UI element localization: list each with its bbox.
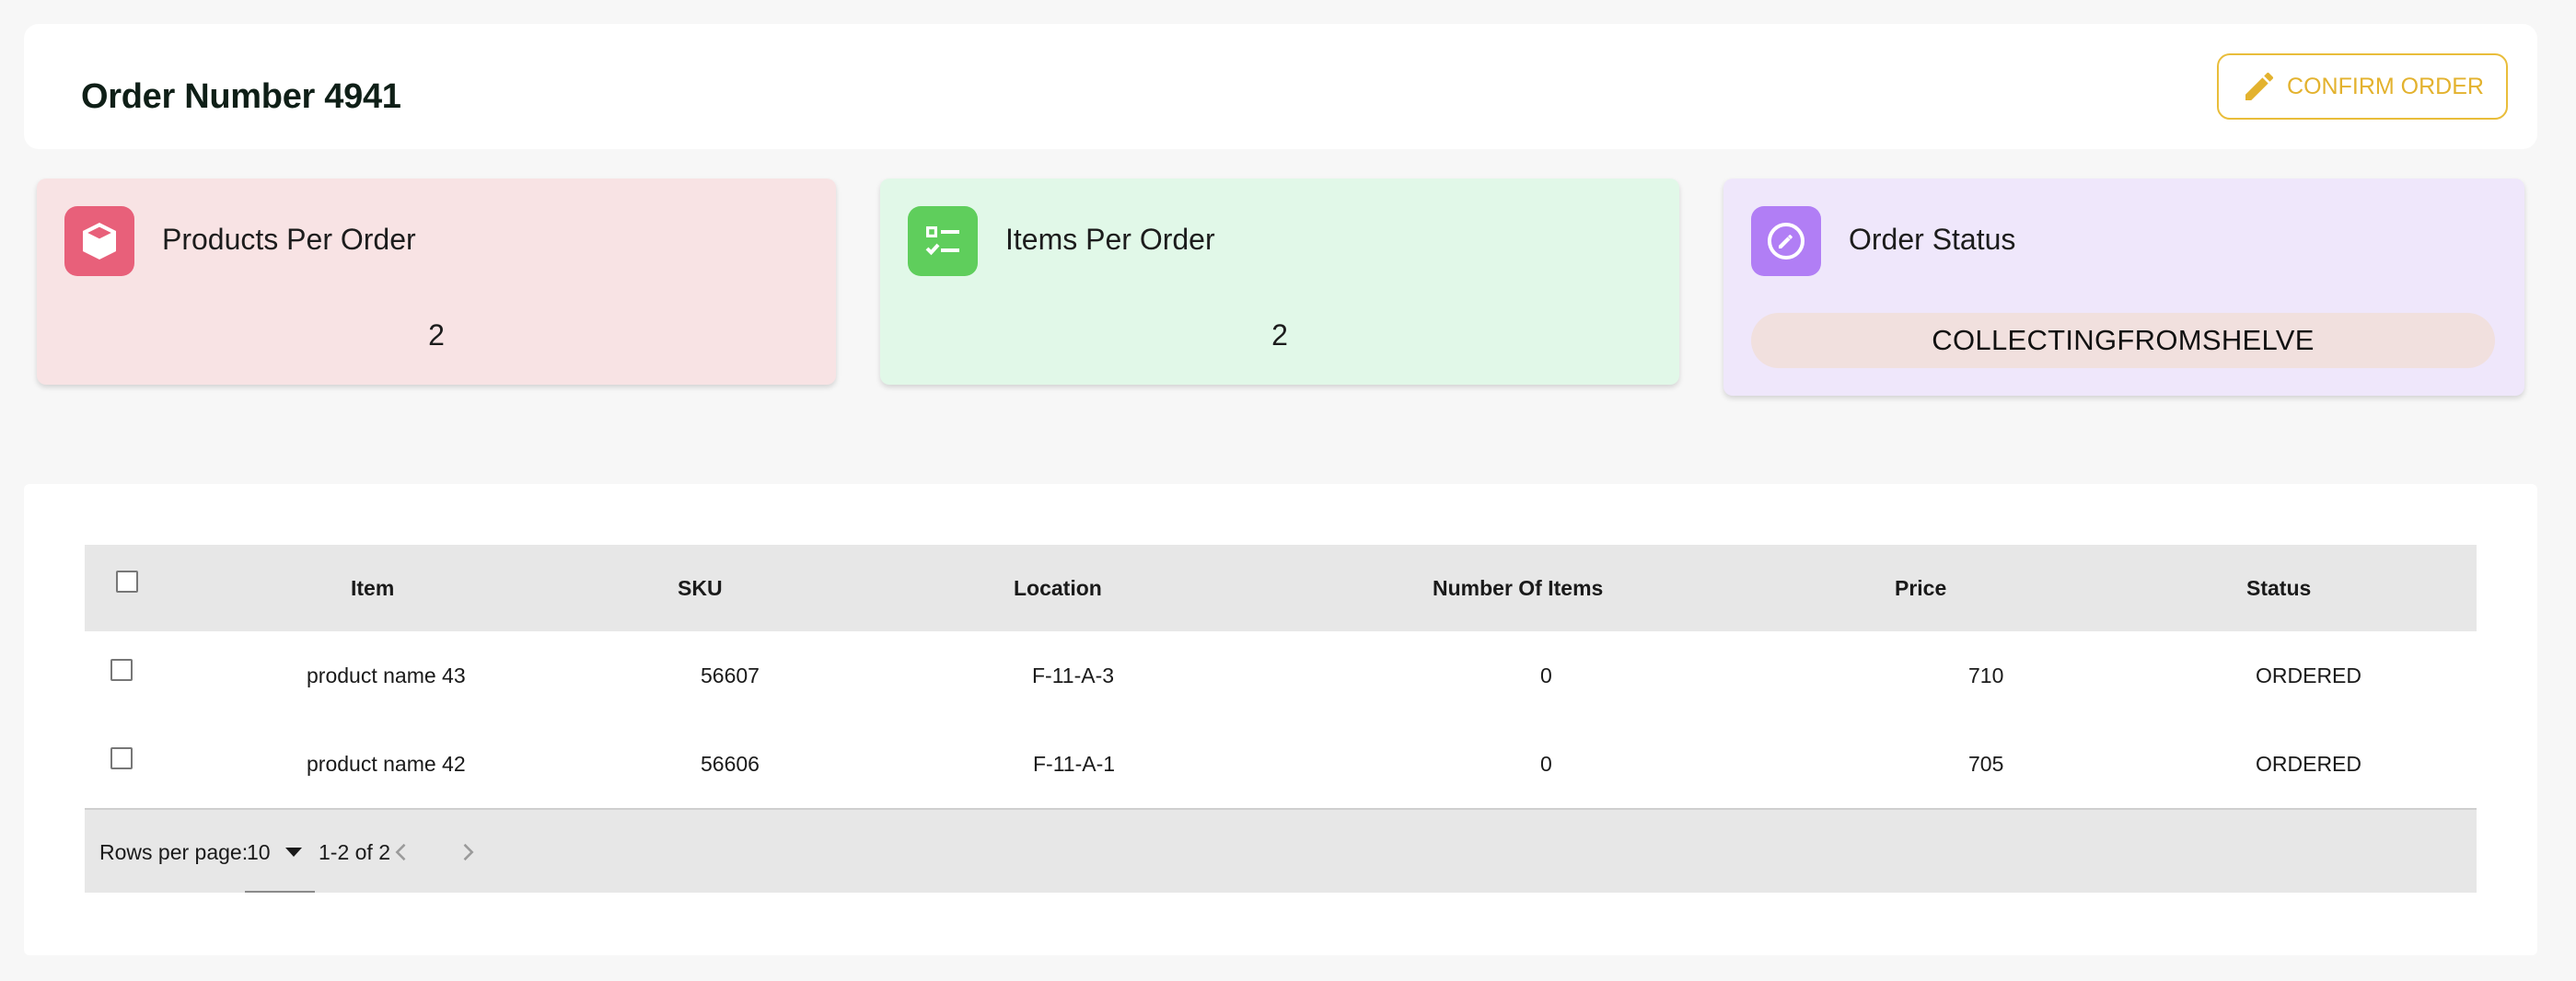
status-cell: ORDERED: [2256, 664, 2362, 687]
confirm-order-button[interactable]: CONFIRM ORDER: [2217, 53, 2508, 120]
item-cell: product name 43: [307, 664, 466, 687]
price-cell: 705: [1968, 752, 2004, 776]
pagination-range: 1-2 of 2: [319, 840, 390, 864]
products-per-order-label: Products Per Order: [162, 223, 416, 256]
next-page-button[interactable]: [449, 834, 486, 871]
rows-per-page-value: 10: [247, 840, 271, 864]
sku-cell: 56607: [701, 664, 760, 687]
confirm-order-label: CONFIRM ORDER: [2287, 73, 2484, 99]
table-row[interactable]: product name 42 56606 F-11-A-1 0 705 ORD…: [85, 720, 2477, 808]
page-title: Order Number 4941: [81, 77, 401, 116]
location-cell: F-11-A-3: [1032, 664, 1115, 687]
price-cell: 710: [1968, 664, 2004, 687]
item-cell: product name 42: [307, 752, 466, 776]
caret-down-icon: [285, 848, 302, 857]
rows-per-page-select[interactable]: 10: [245, 828, 315, 893]
previous-page-button[interactable]: [383, 834, 420, 871]
order-items-table: Item SKU Location Number Of Items Price …: [85, 545, 2477, 893]
pencil-icon: [2245, 72, 2274, 100]
items-per-order-value: 2: [1271, 318, 1288, 352]
location-cell: F-11-A-1: [1033, 752, 1116, 776]
products-per-order-value: 2: [428, 318, 445, 352]
order-status-badge: COLLECTINGFROMSHELVE: [1751, 313, 2495, 368]
column-header-item[interactable]: Item: [351, 545, 394, 631]
order-header: Order Number 4941 CONFIRM ORDER: [24, 24, 2537, 149]
number-of-items-cell: 0: [1540, 752, 1552, 776]
edit-circle-icon: [1751, 206, 1821, 276]
status-cell: ORDERED: [2256, 752, 2362, 776]
row-checkbox[interactable]: [110, 659, 133, 681]
order-status-card: Order Status COLLECTINGFROMSHELVE: [1723, 179, 2524, 396]
column-header-status[interactable]: Status: [2246, 545, 2311, 631]
sku-cell: 56606: [701, 752, 760, 776]
column-header-price[interactable]: Price: [1895, 545, 1946, 631]
number-of-items-cell: 0: [1540, 664, 1552, 687]
table-header: Item SKU Location Number Of Items Price …: [85, 545, 2477, 631]
rows-per-page-label: Rows per page:: [99, 840, 249, 864]
select-all-checkbox[interactable]: [116, 571, 138, 593]
row-checkbox[interactable]: [110, 747, 133, 769]
table-pagination: Rows per page: 10 1-2 of 2: [85, 808, 2477, 893]
column-header-location[interactable]: Location: [1014, 545, 1102, 631]
box-icon: [64, 206, 134, 276]
column-header-number-of-items[interactable]: Number Of Items: [1433, 545, 1603, 631]
items-per-order-label: Items Per Order: [1005, 223, 1215, 256]
table-row[interactable]: product name 43 56607 F-11-A-3 0 710 ORD…: [85, 631, 2477, 720]
order-status-label: Order Status: [1849, 223, 2016, 256]
products-per-order-card: Products Per Order 2: [37, 179, 836, 385]
chevron-left-icon: [395, 843, 406, 861]
chevron-right-icon: [463, 843, 474, 861]
items-per-order-card: Items Per Order 2: [880, 179, 1679, 385]
order-items-card: Item SKU Location Number Of Items Price …: [24, 484, 2537, 955]
column-header-sku[interactable]: SKU: [678, 545, 723, 631]
checklist-icon: [908, 206, 978, 276]
